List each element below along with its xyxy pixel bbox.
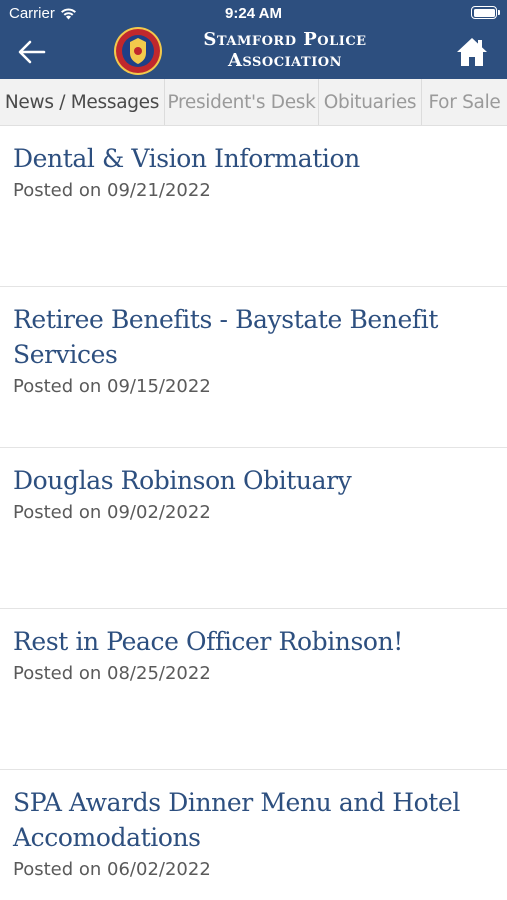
list-item[interactable]: Rest in Peace Officer Robinson! Posted o… xyxy=(0,609,507,770)
page-title: Stamford Police Association xyxy=(170,29,400,71)
battery-icon xyxy=(471,6,500,19)
tab-obituaries[interactable]: Obituaries xyxy=(319,79,422,125)
list-item[interactable]: Dental & Vision Information Posted on 09… xyxy=(0,126,507,287)
tab-news-messages[interactable]: News / Messages xyxy=(0,79,165,125)
arrow-left-icon[interactable] xyxy=(16,38,48,66)
status-bar: Carrier 9:24 AM xyxy=(0,0,507,26)
post-title: Rest in Peace Officer Robinson! xyxy=(13,627,403,656)
list-item[interactable]: Retiree Benefits - Baystate Benefit Serv… xyxy=(0,287,507,448)
nav-bar: Stamford Police Association xyxy=(0,26,507,79)
post-date: Posted on 06/02/2022 xyxy=(13,859,211,880)
home-icon[interactable] xyxy=(455,35,489,69)
status-time: 9:24 AM xyxy=(225,5,282,22)
post-title: Douglas Robinson Obituary xyxy=(13,466,352,495)
post-date: Posted on 08/25/2022 xyxy=(13,663,211,684)
tab-presidents-desk[interactable]: President's Desk xyxy=(165,79,319,125)
post-title: Dental & Vision Information xyxy=(13,144,360,173)
title-line-1: Stamford Police xyxy=(203,29,367,50)
post-title: SPA Awards Dinner Menu and Hotel Accomod… xyxy=(13,788,460,852)
posts-list: Dental & Vision Information Posted on 09… xyxy=(0,126,507,900)
category-tabs: News / Messages President's Desk Obituar… xyxy=(0,79,507,126)
list-item[interactable]: SPA Awards Dinner Menu and Hotel Accomod… xyxy=(0,770,507,900)
post-date: Posted on 09/15/2022 xyxy=(13,376,211,397)
title-line-2: Association xyxy=(227,50,343,71)
post-title: Retiree Benefits - Baystate Benefit Serv… xyxy=(13,305,439,369)
police-badge-logo xyxy=(114,27,162,75)
tab-for-sale[interactable]: For Sale xyxy=(422,79,507,125)
post-date: Posted on 09/21/2022 xyxy=(13,180,211,201)
list-item[interactable]: Douglas Robinson Obituary Posted on 09/0… xyxy=(0,448,507,609)
post-date: Posted on 09/02/2022 xyxy=(13,502,211,523)
app-header: Carrier 9:24 AM Stamford Police Associat… xyxy=(0,0,507,79)
